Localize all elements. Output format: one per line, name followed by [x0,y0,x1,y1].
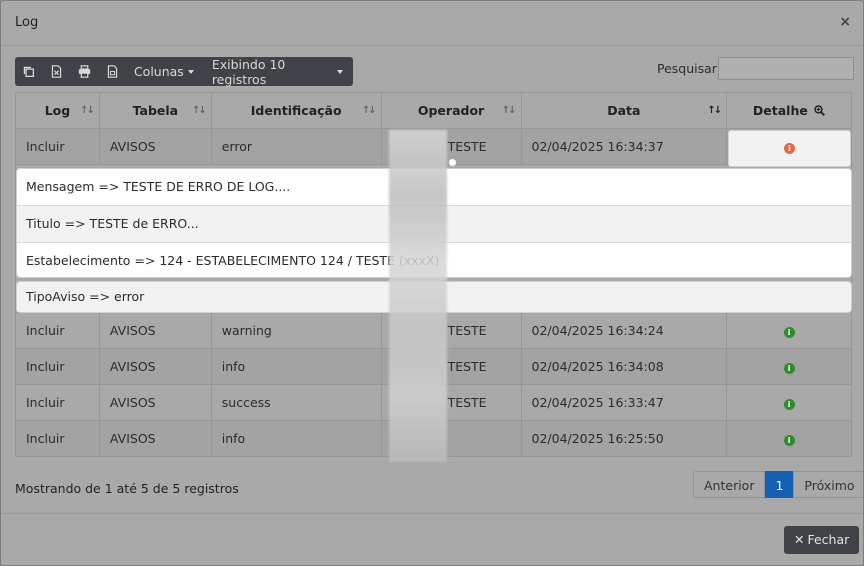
chevron-down-icon [187,69,194,74]
print-icon [78,65,91,78]
pagination-next[interactable]: Próximo [793,471,863,498]
column-header-tabela[interactable]: Tabela ↑↓ [98,92,212,129]
info-status-icon[interactable]: i [783,327,795,338]
cell-tabela: AVISOS [98,348,212,385]
print-button[interactable] [70,57,98,86]
cell-data: 02/04/2025 16:34:37 [520,128,728,165]
column-header-data[interactable]: Data ↑↓ [520,92,728,129]
column-header-identificacao[interactable]: Identificação ↑↓ [210,92,382,129]
modal-footer [1,513,863,565]
sort-icon: ↑↓ [361,105,377,116]
cell-data: 02/04/2025 16:34:24 [520,312,728,349]
pdf-button[interactable] [98,57,126,86]
close-icon: ✕ [794,532,805,547]
close-icon[interactable]: × [839,14,851,30]
info-status-icon[interactable]: i [783,399,795,410]
log-modal: Log × Colunas Exibindo 10 registros Pesq… [0,0,864,566]
pdf-icon [107,65,117,78]
error-status-icon[interactable]: i [784,143,795,154]
cell-identificacao: error [210,128,382,165]
cell-detalhe[interactable]: i [726,312,852,349]
cell-tabela: AVISOS [98,128,212,165]
cell-log: Incluir [15,128,100,165]
modal-header: Log × [1,1,863,46]
cell-log: Incluir [15,384,100,421]
table-toolbar: Colunas Exibindo 10 registros [15,56,353,87]
cell-data: 02/04/2025 16:34:08 [520,348,728,385]
cursor-dot [449,159,456,166]
table-info: Mostrando de 1 até 5 de 5 registros [15,481,239,496]
pagination: Anterior 1 Próximo [693,471,863,498]
chevron-down-icon [337,69,344,74]
info-status-icon[interactable]: i [783,435,795,446]
cell-data: 02/04/2025 16:25:50 [520,420,728,457]
column-header-log[interactable]: Log ↑↓ [15,92,100,129]
cell-log: Incluir [15,420,100,457]
cell-detalhe[interactable]: i [726,420,852,457]
cell-data: 02/04/2025 16:33:47 [520,384,728,421]
modal-title: Log [15,15,39,30]
cell-detalhe[interactable]: i [726,348,852,385]
detail-toggle-active[interactable]: i [728,130,851,167]
pagination-page-1[interactable]: 1 [765,471,794,498]
column-header-detalhe: Detalhe [726,92,852,129]
cell-identificacao: success [210,384,382,421]
operator-redaction [389,130,447,462]
excel-icon [51,65,62,78]
search-input[interactable] [718,57,854,80]
pagination-previous[interactable]: Anterior [693,471,766,498]
info-status-icon[interactable]: i [783,363,795,374]
page-length-dropdown[interactable]: Exibindo 10 registros [204,56,353,87]
sort-icon: ↑↓ [80,105,95,116]
excel-button[interactable] [43,57,71,86]
cell-tabela: AVISOS [98,312,212,349]
table-header-row: Log ↑↓ Tabela ↑↓ Identificação ↑↓ Operador ↑… [15,92,852,129]
zoom-in-icon [814,105,826,116]
cell-identificacao: info [210,420,382,457]
cell-log: Incluir [15,312,100,349]
search-label: Pesquisar [657,61,717,76]
sort-icon: ↑↓ [501,105,517,116]
columns-label: Colunas [133,64,184,79]
column-header-operador[interactable]: Operador ↑↓ [380,92,522,129]
sort-icon: ↑↓ [192,105,207,116]
copy-icon [24,66,35,78]
cell-log: Incluir [15,348,100,385]
cell-tabela: AVISOS [98,384,212,421]
columns-dropdown[interactable]: Colunas [126,57,204,86]
copy-button[interactable] [15,57,43,86]
page-length-label: Exibindo 10 registros [211,56,286,87]
cell-identificacao: warning [210,312,382,349]
close-button-label: Fechar [807,532,850,547]
close-button[interactable]: ✕ Fechar [784,526,860,554]
cell-identificacao: info [210,348,382,385]
sort-icon: ↑↓ [707,105,722,116]
cell-detalhe[interactable]: i [726,384,852,421]
cell-tabela: AVISOS [98,420,212,457]
